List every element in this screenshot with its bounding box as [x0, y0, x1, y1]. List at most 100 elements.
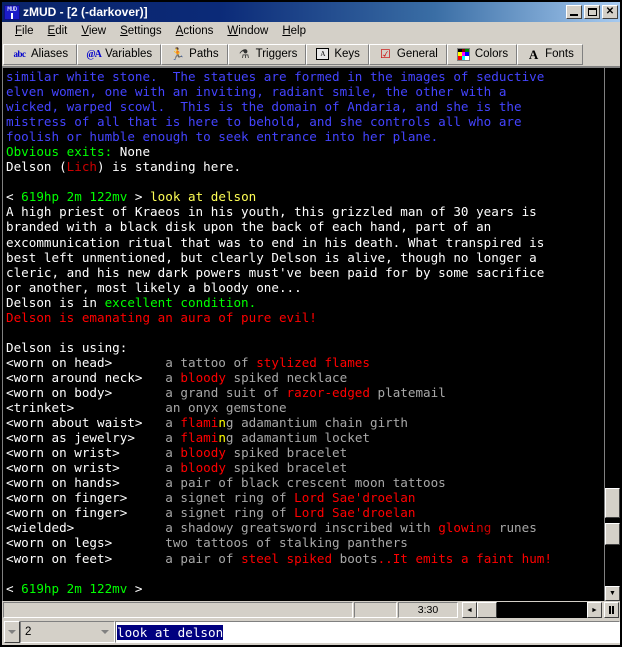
toolbar-button-fonts[interactable]: A Fonts — [517, 43, 583, 65]
menu-item-view[interactable]: View — [74, 23, 113, 40]
window-controls: ✕ — [566, 5, 618, 19]
mud-text-span: Obvious exits: — [6, 144, 113, 160]
mud-text-span: wicked, warped scowl. This is the domain… — [6, 99, 522, 115]
mud-output-line: similar white stone. The statues are for… — [6, 69, 604, 84]
mud-output-line: < 619hp 2m 122mv > look at delson — [6, 189, 604, 204]
mud-output-line: <worn on finger> a signet ring of Lord S… — [6, 490, 604, 505]
scroll-left-icon[interactable]: ◄ — [462, 602, 477, 618]
mud-output-line — [6, 566, 604, 581]
mud-text-span: similar white stone. The statues are for… — [6, 69, 545, 84]
mud-text-span: foolish or humble enough to seek entranc… — [6, 129, 439, 145]
mud-output-line: foolish or humble enough to seek entranc… — [6, 129, 604, 144]
toolbar-button-keys[interactable]: A Keys — [306, 43, 369, 65]
chevron-down-icon — [101, 630, 109, 634]
menu-item-help[interactable]: Help — [275, 23, 313, 40]
mud-output-line: <worn around neck> a bloody spiked neckl… — [6, 370, 604, 385]
mud-text-span: mistress of all that is here to behold, … — [6, 114, 522, 130]
mud-output-line: Delson is emanating an aura of pure evil… — [6, 310, 604, 325]
mud-text-span: 619hp 2m 122mv — [21, 580, 128, 596]
mud-output-line: cleric, and his new dark powers must've … — [6, 265, 604, 280]
mud-text-span: <worn on head> — [6, 354, 113, 370]
mud-text-span: cleric, and his new dark powers must've … — [6, 264, 545, 280]
mud-text-span: <worn on body> — [6, 384, 113, 400]
scroll-down-icon[interactable]: ▼ — [605, 586, 620, 601]
toolbar-button-label: Variables — [105, 47, 153, 60]
hscrollbar-track[interactable] — [477, 602, 587, 618]
status-timer: 3:30 — [398, 602, 458, 618]
mud-text-span: elven women, one with an inviting, radia… — [6, 84, 507, 100]
output-horizontal-scrollbar[interactable]: ◄ ► — [462, 602, 602, 618]
toolbar-button-label: General — [396, 47, 438, 60]
pause-button[interactable] — [604, 602, 619, 618]
mud-text-span: Lord Sae'droelan — [294, 490, 416, 506]
menu-bar: File Edit View Settings Actions Window Help — [2, 22, 620, 42]
session-combo[interactable]: 2 — [20, 621, 115, 643]
toolbar-button-label: Triggers — [255, 47, 298, 60]
menu-item-edit[interactable]: Edit — [41, 23, 75, 40]
mud-output-line: <trinket> an onyx gemstone — [6, 400, 604, 415]
toolbar-button-general[interactable]: ☑ General — [368, 43, 447, 65]
mud-text-span: <worn as jewelry> — [6, 430, 135, 446]
mud-text-span: Delson ( — [6, 159, 67, 175]
mud-text-span: a — [142, 415, 181, 431]
mud-output-line: <worn on hands> a pair of black crescent… — [6, 475, 604, 490]
mud-text-span: <worn on finger> — [6, 490, 128, 506]
runner-icon: 🏃 — [170, 46, 186, 61]
mud-output-line — [6, 174, 604, 189]
mud-text-span: n — [218, 415, 226, 431]
mud-output-line: <worn on feet> a pair of steel spiked bo… — [6, 551, 604, 566]
mud-output-line: <wielded> a shadowy greatsword inscribed… — [6, 520, 604, 535]
mud-output-line: or another, most likely a bloody one... — [6, 280, 604, 295]
output-vertical-scrollbar[interactable]: ▼ — [604, 68, 620, 601]
scroll-down-glyph: ▼ — [609, 590, 616, 597]
scrollbar-thumb[interactable] — [605, 488, 620, 518]
mud-output-line: Obvious exits: None — [6, 144, 604, 159]
scrollbar-thumb-secondary[interactable] — [605, 523, 620, 545]
mud-text-span: a pair of — [112, 550, 242, 566]
mud-text-span: <worn on hands> — [6, 475, 120, 491]
mud-output-line: excommunication ritual that was to end i… — [6, 235, 604, 250]
menu-item-actions[interactable]: Actions — [169, 23, 221, 40]
toolbar-button-paths[interactable]: 🏃 Paths — [161, 43, 228, 65]
scroll-right-icon[interactable]: ► — [587, 602, 602, 618]
mud-text-span: Delson is emanating an aura of pure evil… — [6, 309, 317, 325]
toolbar-button-label: Paths — [189, 47, 219, 60]
mud-text-span: best left unmentioned, but clearly Delso… — [6, 249, 537, 265]
mud-text-span: adamantium chain girth — [233, 415, 408, 431]
mud-output-line: <worn about waist> a flaming adamantium … — [6, 415, 604, 430]
mud-text-span: stylized flames — [256, 354, 370, 370]
zmud-icon: MUD — [4, 4, 20, 20]
mud-text-span: < — [6, 580, 22, 596]
mud-text-span: spiked bracelet — [225, 445, 348, 461]
menu-item-file[interactable]: File — [8, 23, 41, 40]
session-spinner[interactable] — [4, 621, 20, 643]
menu-item-window[interactable]: Window — [220, 23, 275, 40]
mud-output-line: <worn on wrist> a bloody spiked bracelet — [6, 445, 604, 460]
mud-text-span: bloody — [180, 445, 226, 461]
maximize-button[interactable] — [584, 5, 600, 19]
toolbar-button-triggers[interactable]: ⚗ Triggers — [227, 43, 307, 65]
hscrollbar-thumb[interactable] — [477, 602, 497, 618]
toolbar-button-variables[interactable]: @A Variables — [77, 43, 162, 65]
close-button[interactable]: ✕ — [602, 5, 618, 19]
command-input[interactable]: look at delson — [115, 621, 620, 643]
mud-text-span: <worn on finger> — [6, 505, 128, 521]
mud-text-span: <wielded> — [6, 520, 75, 536]
mud-output-text[interactable]: similar white stone. The statues are for… — [3, 68, 604, 601]
toolbar-button-label: Colors — [474, 47, 509, 60]
mud-text-span: Delson is in — [6, 294, 105, 310]
minimize-button[interactable] — [566, 5, 582, 19]
toolbar-button-aliases[interactable]: abc Aliases — [3, 43, 78, 65]
toolbar-button-colors[interactable]: Colors — [446, 43, 518, 65]
session-value: 2 — [25, 626, 32, 638]
zmud-main-window: MUD zMUD - [2 (-darkover)] ✕ File Edit Vie… — [0, 0, 622, 647]
mud-text-span: > — [127, 580, 143, 596]
scrollbar-track[interactable] — [605, 68, 620, 586]
mud-text-span: a pair of black crescent moon tattoos — [119, 475, 446, 491]
command-bar: 2 look at delson — [2, 619, 620, 645]
toolbar-button-label: Fonts — [545, 47, 574, 60]
menu-item-settings[interactable]: Settings — [113, 23, 169, 40]
window-title: zMUD - [2 (-darkover)] — [23, 5, 148, 19]
mud-text-span: razor-edged — [286, 384, 370, 400]
mud-text-span: or another, most likely a bloody one... — [6, 279, 302, 295]
